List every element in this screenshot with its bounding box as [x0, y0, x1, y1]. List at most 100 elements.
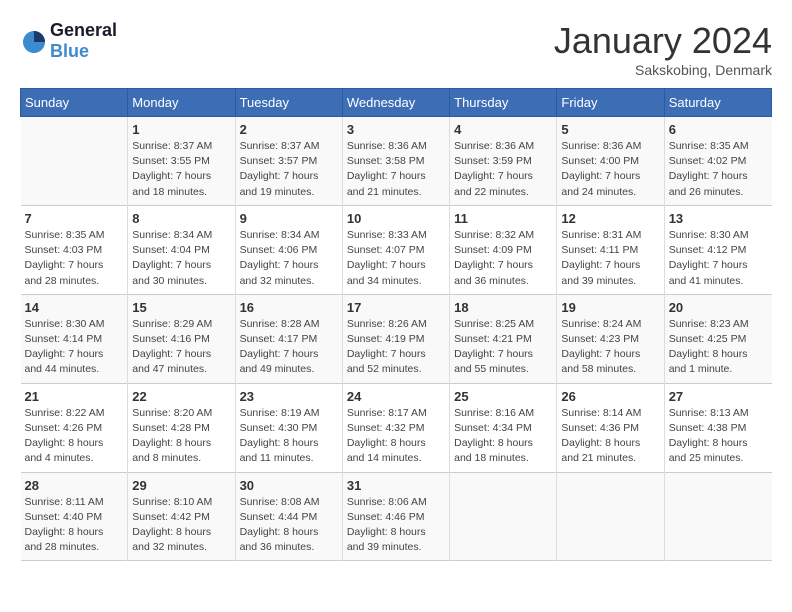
day-number: 5	[561, 122, 659, 137]
day-number: 31	[347, 478, 445, 493]
day-number: 28	[25, 478, 124, 493]
weekday-header: Monday	[128, 89, 235, 117]
day-info: Sunrise: 8:17 AMSunset: 4:32 PMDaylight:…	[347, 406, 445, 467]
weekday-header: Tuesday	[235, 89, 342, 117]
day-number: 14	[25, 300, 124, 315]
day-info: Sunrise: 8:29 AMSunset: 4:16 PMDaylight:…	[132, 317, 230, 378]
day-number: 8	[132, 211, 230, 226]
calendar-cell: 6 Sunrise: 8:35 AMSunset: 4:02 PMDaylight…	[664, 117, 771, 206]
calendar-cell: 2Sunrise: 8:37 AMSunset: 3:57 PMDaylight…	[235, 117, 342, 206]
calendar-cell: 5 Sunrise: 8:36 AMSunset: 4:00 PMDaylight…	[557, 117, 664, 206]
calendar-cell: 16 Sunrise: 8:28 AMSunset: 4:17 PMDayligh…	[235, 294, 342, 383]
day-info: Sunrise: 8:31 AMSunset: 4:11 PMDaylight:…	[561, 228, 659, 289]
calendar-week-row: 14 Sunrise: 8:30 AMSunset: 4:14 PMDayligh…	[21, 294, 772, 383]
calendar-cell: 10 Sunrise: 8:33 AMSunset: 4:07 PMDayligh…	[342, 205, 449, 294]
day-info: Sunrise: 8:34 AMSunset: 4:04 PMDaylight:…	[132, 228, 230, 289]
calendar-cell: 26 Sunrise: 8:14 AMSunset: 4:36 PMDayligh…	[557, 383, 664, 472]
day-number: 10	[347, 211, 445, 226]
calendar-cell	[21, 117, 128, 206]
logo-text-blue: Blue	[50, 41, 89, 61]
day-info: Sunrise: 8:34 AMSunset: 4:06 PMDaylight:…	[240, 228, 338, 289]
day-number: 6	[669, 122, 768, 137]
calendar-cell: 28 Sunrise: 8:11 AMSunset: 4:40 PMDayligh…	[21, 472, 128, 561]
day-info: Sunrise: 8:36 AMSunset: 4:00 PMDaylight:…	[561, 139, 659, 200]
day-info: Sunrise: 8:19 AMSunset: 4:30 PMDaylight:…	[240, 406, 338, 467]
calendar-cell: 11 Sunrise: 8:32 AMSunset: 4:09 PMDayligh…	[450, 205, 557, 294]
day-info: Sunrise: 8:28 AMSunset: 4:17 PMDaylight:…	[240, 317, 338, 378]
weekday-header: Sunday	[21, 89, 128, 117]
day-number: 2	[240, 122, 338, 137]
day-info: Sunrise: 8:23 AMSunset: 4:25 PMDaylight:…	[669, 317, 768, 378]
day-info: Sunrise: 8:26 AMSunset: 4:19 PMDaylight:…	[347, 317, 445, 378]
day-number: 21	[25, 389, 124, 404]
day-number: 17	[347, 300, 445, 315]
day-number: 7	[25, 211, 124, 226]
location: Sakskobing, Denmark	[554, 62, 772, 78]
day-info: Sunrise: 8:11 AMSunset: 4:40 PMDaylight:…	[25, 495, 124, 556]
day-number: 22	[132, 389, 230, 404]
calendar-cell: 7 Sunrise: 8:35 AMSunset: 4:03 PMDaylight…	[21, 205, 128, 294]
day-info: Sunrise: 8:24 AMSunset: 4:23 PMDaylight:…	[561, 317, 659, 378]
weekday-header: Saturday	[664, 89, 771, 117]
calendar-cell: 19 Sunrise: 8:24 AMSunset: 4:23 PMDayligh…	[557, 294, 664, 383]
day-info: Sunrise: 8:37 AMSunset: 3:55 PMDaylight:…	[132, 139, 230, 200]
calendar-cell: 24Sunrise: 8:17 AMSunset: 4:32 PMDayligh…	[342, 383, 449, 472]
calendar-cell: 9 Sunrise: 8:34 AMSunset: 4:06 PMDaylight…	[235, 205, 342, 294]
weekday-header: Thursday	[450, 89, 557, 117]
day-number: 20	[669, 300, 768, 315]
day-info: Sunrise: 8:22 AMSunset: 4:26 PMDaylight:…	[25, 406, 124, 467]
month-title: January 2024	[554, 20, 772, 62]
calendar-cell: 15 Sunrise: 8:29 AMSunset: 4:16 PMDayligh…	[128, 294, 235, 383]
day-info: Sunrise: 8:14 AMSunset: 4:36 PMDaylight:…	[561, 406, 659, 467]
calendar-week-row: 28 Sunrise: 8:11 AMSunset: 4:40 PMDayligh…	[21, 472, 772, 561]
logo: General Blue	[20, 20, 117, 62]
calendar-week-row: 1 Sunrise: 8:37 AMSunset: 3:55 PMDaylight…	[21, 117, 772, 206]
day-info: Sunrise: 8:35 AMSunset: 4:03 PMDaylight:…	[25, 228, 124, 289]
calendar-table: SundayMondayTuesdayWednesdayThursdayFrid…	[20, 88, 772, 561]
calendar-cell: 17 Sunrise: 8:26 AMSunset: 4:19 PMDayligh…	[342, 294, 449, 383]
day-number: 3	[347, 122, 445, 137]
calendar-week-row: 21 Sunrise: 8:22 AMSunset: 4:26 PMDayligh…	[21, 383, 772, 472]
calendar-cell: 23 Sunrise: 8:19 AMSunset: 4:30 PMDayligh…	[235, 383, 342, 472]
day-number: 11	[454, 211, 552, 226]
day-number: 23	[240, 389, 338, 404]
day-number: 1	[132, 122, 230, 137]
day-number: 29	[132, 478, 230, 493]
day-number: 19	[561, 300, 659, 315]
page-header: General Blue January 2024 Sakskobing, De…	[20, 20, 772, 78]
day-info: Sunrise: 8:20 AMSunset: 4:28 PMDaylight:…	[132, 406, 230, 467]
day-info: Sunrise: 8:06 AMSunset: 4:46 PMDaylight:…	[347, 495, 445, 556]
day-info: Sunrise: 8:33 AMSunset: 4:07 PMDaylight:…	[347, 228, 445, 289]
day-info: Sunrise: 8:10 AMSunset: 4:42 PMDaylight:…	[132, 495, 230, 556]
day-number: 13	[669, 211, 768, 226]
day-info: Sunrise: 8:36 AMSunset: 3:58 PMDaylight:…	[347, 139, 445, 200]
day-number: 9	[240, 211, 338, 226]
day-info: Sunrise: 8:16 AMSunset: 4:34 PMDaylight:…	[454, 406, 552, 467]
calendar-cell: 29 Sunrise: 8:10 AMSunset: 4:42 PMDayligh…	[128, 472, 235, 561]
logo-icon	[20, 27, 48, 55]
calendar-cell: 22 Sunrise: 8:20 AMSunset: 4:28 PMDayligh…	[128, 383, 235, 472]
calendar-week-row: 7 Sunrise: 8:35 AMSunset: 4:03 PMDaylight…	[21, 205, 772, 294]
day-number: 4	[454, 122, 552, 137]
day-number: 16	[240, 300, 338, 315]
day-info: Sunrise: 8:32 AMSunset: 4:09 PMDaylight:…	[454, 228, 552, 289]
calendar-cell: 31 Sunrise: 8:06 AMSunset: 4:46 PMDayligh…	[342, 472, 449, 561]
day-info: Sunrise: 8:13 AMSunset: 4:38 PMDaylight:…	[669, 406, 768, 467]
weekday-header: Friday	[557, 89, 664, 117]
calendar-cell: 12 Sunrise: 8:31 AMSunset: 4:11 PMDayligh…	[557, 205, 664, 294]
calendar-cell: 21 Sunrise: 8:22 AMSunset: 4:26 PMDayligh…	[21, 383, 128, 472]
day-number: 12	[561, 211, 659, 226]
calendar-cell	[664, 472, 771, 561]
weekday-header: Wednesday	[342, 89, 449, 117]
day-number: 15	[132, 300, 230, 315]
day-number: 25	[454, 389, 552, 404]
day-info: Sunrise: 8:36 AMSunset: 3:59 PMDaylight:…	[454, 139, 552, 200]
calendar-cell: 13Sunrise: 8:30 AMSunset: 4:12 PMDayligh…	[664, 205, 771, 294]
day-number: 30	[240, 478, 338, 493]
day-info: Sunrise: 8:35 AMSunset: 4:02 PMDaylight:…	[669, 139, 768, 200]
day-number: 26	[561, 389, 659, 404]
calendar-cell: 25 Sunrise: 8:16 AMSunset: 4:34 PMDayligh…	[450, 383, 557, 472]
day-info: Sunrise: 8:30 AMSunset: 4:14 PMDaylight:…	[25, 317, 124, 378]
day-number: 27	[669, 389, 768, 404]
calendar-cell: 3 Sunrise: 8:36 AMSunset: 3:58 PMDaylight…	[342, 117, 449, 206]
